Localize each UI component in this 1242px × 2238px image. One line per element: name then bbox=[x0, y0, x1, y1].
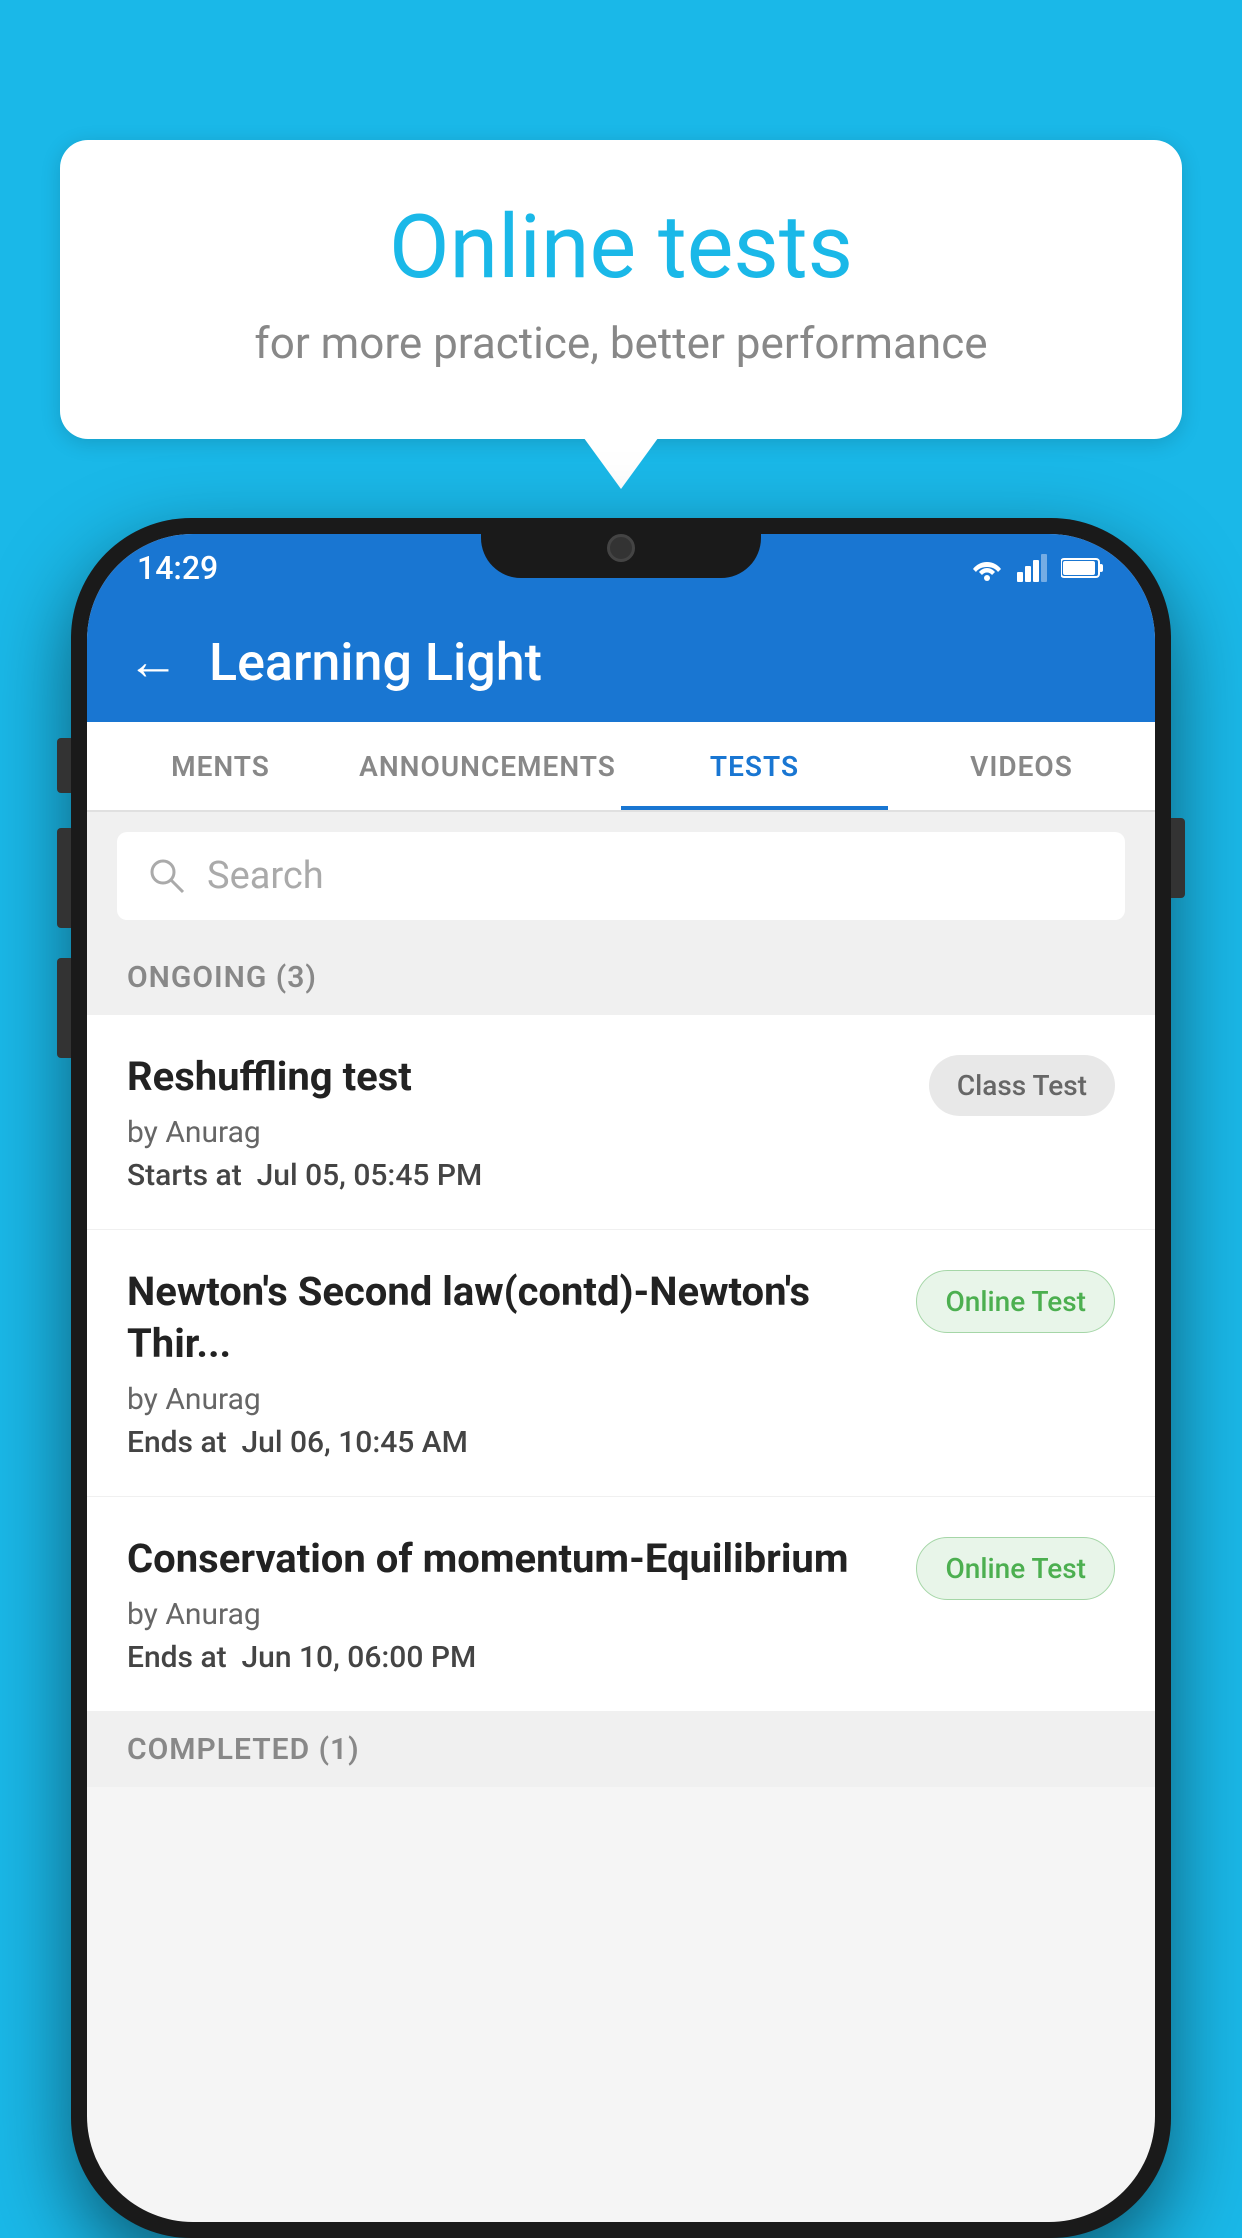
wifi-icon bbox=[969, 554, 1005, 582]
tabs-bar: MENTS ANNOUNCEMENTS TESTS VIDEOS bbox=[87, 722, 1155, 812]
bubble-subtitle: for more practice, better performance bbox=[140, 317, 1102, 369]
back-button[interactable]: ← bbox=[127, 636, 179, 688]
test-item[interactable]: Reshuffling test by Anurag Starts at Jul… bbox=[87, 1015, 1155, 1230]
badge-online-test: Online Test bbox=[916, 1270, 1115, 1333]
badge-online-test: Online Test bbox=[916, 1537, 1115, 1600]
bubble-title: Online tests bbox=[140, 200, 1102, 297]
test-info: Newton's Second law(contd)-Newton's Thir… bbox=[127, 1266, 896, 1460]
volume-up-button bbox=[57, 828, 71, 928]
phone-screen: 14:29 bbox=[87, 534, 1155, 2222]
tab-videos[interactable]: VIDEOS bbox=[888, 722, 1155, 810]
test-info: Reshuffling test by Anurag Starts at Jul… bbox=[127, 1051, 909, 1193]
app-bar-title: Learning Light bbox=[209, 632, 542, 693]
test-time: Starts at Jul 05, 05:45 PM bbox=[127, 1158, 909, 1193]
phone-frame: 14:29 bbox=[71, 518, 1171, 2238]
test-info: Conservation of momentum-Equilibrium by … bbox=[127, 1533, 896, 1675]
test-list: Reshuffling test by Anurag Starts at Jul… bbox=[87, 1015, 1155, 1712]
speech-bubble: Online tests for more practice, better p… bbox=[60, 140, 1182, 439]
completed-section-header: COMPLETED (1) bbox=[87, 1712, 1155, 1787]
tab-tests[interactable]: TESTS bbox=[621, 722, 888, 810]
test-title: Conservation of momentum-Equilibrium bbox=[127, 1533, 896, 1585]
phone-notch bbox=[481, 518, 761, 578]
signal-icon bbox=[1017, 554, 1049, 582]
test-author: by Anurag bbox=[127, 1115, 909, 1150]
test-item[interactable]: Newton's Second law(contd)-Newton's Thir… bbox=[87, 1230, 1155, 1497]
test-item[interactable]: Conservation of momentum-Equilibrium by … bbox=[87, 1497, 1155, 1712]
speech-bubble-container: Online tests for more practice, better p… bbox=[60, 140, 1182, 439]
status-icons bbox=[969, 554, 1105, 582]
test-time: Ends at Jul 06, 10:45 AM bbox=[127, 1425, 896, 1460]
search-box[interactable]: Search bbox=[117, 832, 1125, 920]
test-title: Reshuffling test bbox=[127, 1051, 909, 1103]
front-camera bbox=[607, 534, 635, 562]
ongoing-section-header: ONGOING (3) bbox=[87, 940, 1155, 1015]
power-button bbox=[1171, 818, 1185, 898]
volume-down-button bbox=[57, 958, 71, 1058]
tab-ments[interactable]: MENTS bbox=[87, 722, 354, 810]
silent-button bbox=[57, 738, 71, 793]
badge-class-test: Class Test bbox=[929, 1055, 1115, 1116]
search-container: Search bbox=[87, 812, 1155, 940]
battery-icon bbox=[1061, 556, 1105, 580]
test-author: by Anurag bbox=[127, 1382, 896, 1417]
test-author: by Anurag bbox=[127, 1597, 896, 1632]
test-time: Ends at Jun 10, 06:00 PM bbox=[127, 1640, 896, 1675]
search-icon bbox=[147, 856, 187, 896]
status-time: 14:29 bbox=[137, 549, 218, 587]
ongoing-label: ONGOING (3) bbox=[127, 960, 317, 995]
completed-label: COMPLETED (1) bbox=[127, 1732, 360, 1767]
test-title: Newton's Second law(contd)-Newton's Thir… bbox=[127, 1266, 896, 1370]
phone-outer: 14:29 bbox=[71, 518, 1171, 2238]
search-placeholder: Search bbox=[207, 854, 324, 898]
tab-announcements[interactable]: ANNOUNCEMENTS bbox=[354, 722, 621, 810]
app-bar: ← Learning Light bbox=[87, 602, 1155, 722]
